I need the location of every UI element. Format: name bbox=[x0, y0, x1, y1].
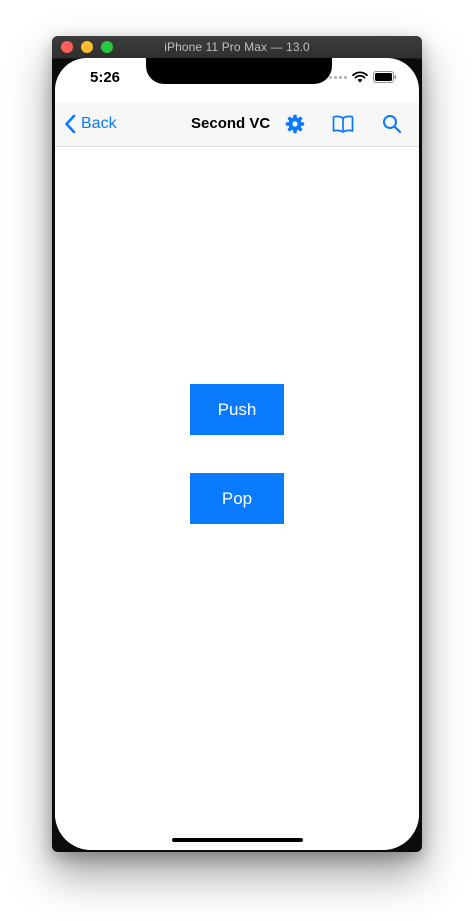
screenshot-stage: iPhone 11 Pro Max — 13.0 5:26 Back Secon… bbox=[0, 0, 474, 921]
back-button[interactable]: Back bbox=[64, 102, 117, 146]
pop-button[interactable]: Pop bbox=[190, 473, 284, 524]
simulator-window: iPhone 11 Pro Max — 13.0 5:26 Back Secon… bbox=[52, 36, 422, 852]
wifi-icon bbox=[352, 71, 368, 83]
push-button[interactable]: Push bbox=[190, 384, 284, 435]
device-screen: 5:26 Back Second VC Push Pop bbox=[55, 58, 419, 850]
simulator-title: iPhone 11 Pro Max — 13.0 bbox=[164, 40, 310, 54]
device-notch bbox=[146, 58, 332, 84]
search-button[interactable] bbox=[381, 113, 403, 135]
bookmarks-button[interactable] bbox=[332, 113, 354, 135]
book-icon bbox=[332, 115, 354, 133]
navigation-bar: Back Second VC bbox=[55, 102, 419, 147]
cellular-signal-icon bbox=[329, 75, 347, 79]
gear-icon bbox=[285, 114, 305, 134]
chevron-left-icon bbox=[65, 114, 76, 134]
simulator-titlebar[interactable]: iPhone 11 Pro Max — 13.0 bbox=[52, 36, 422, 59]
back-button-label: Back bbox=[81, 115, 117, 132]
settings-button[interactable] bbox=[284, 113, 306, 135]
status-time: 5:26 bbox=[90, 69, 121, 86]
content-area: Push Pop bbox=[55, 147, 419, 850]
nav-title: Second VC bbox=[191, 115, 271, 132]
battery-icon bbox=[373, 71, 397, 83]
home-indicator[interactable] bbox=[172, 838, 303, 842]
search-icon bbox=[383, 115, 402, 134]
status-indicators bbox=[329, 71, 397, 83]
